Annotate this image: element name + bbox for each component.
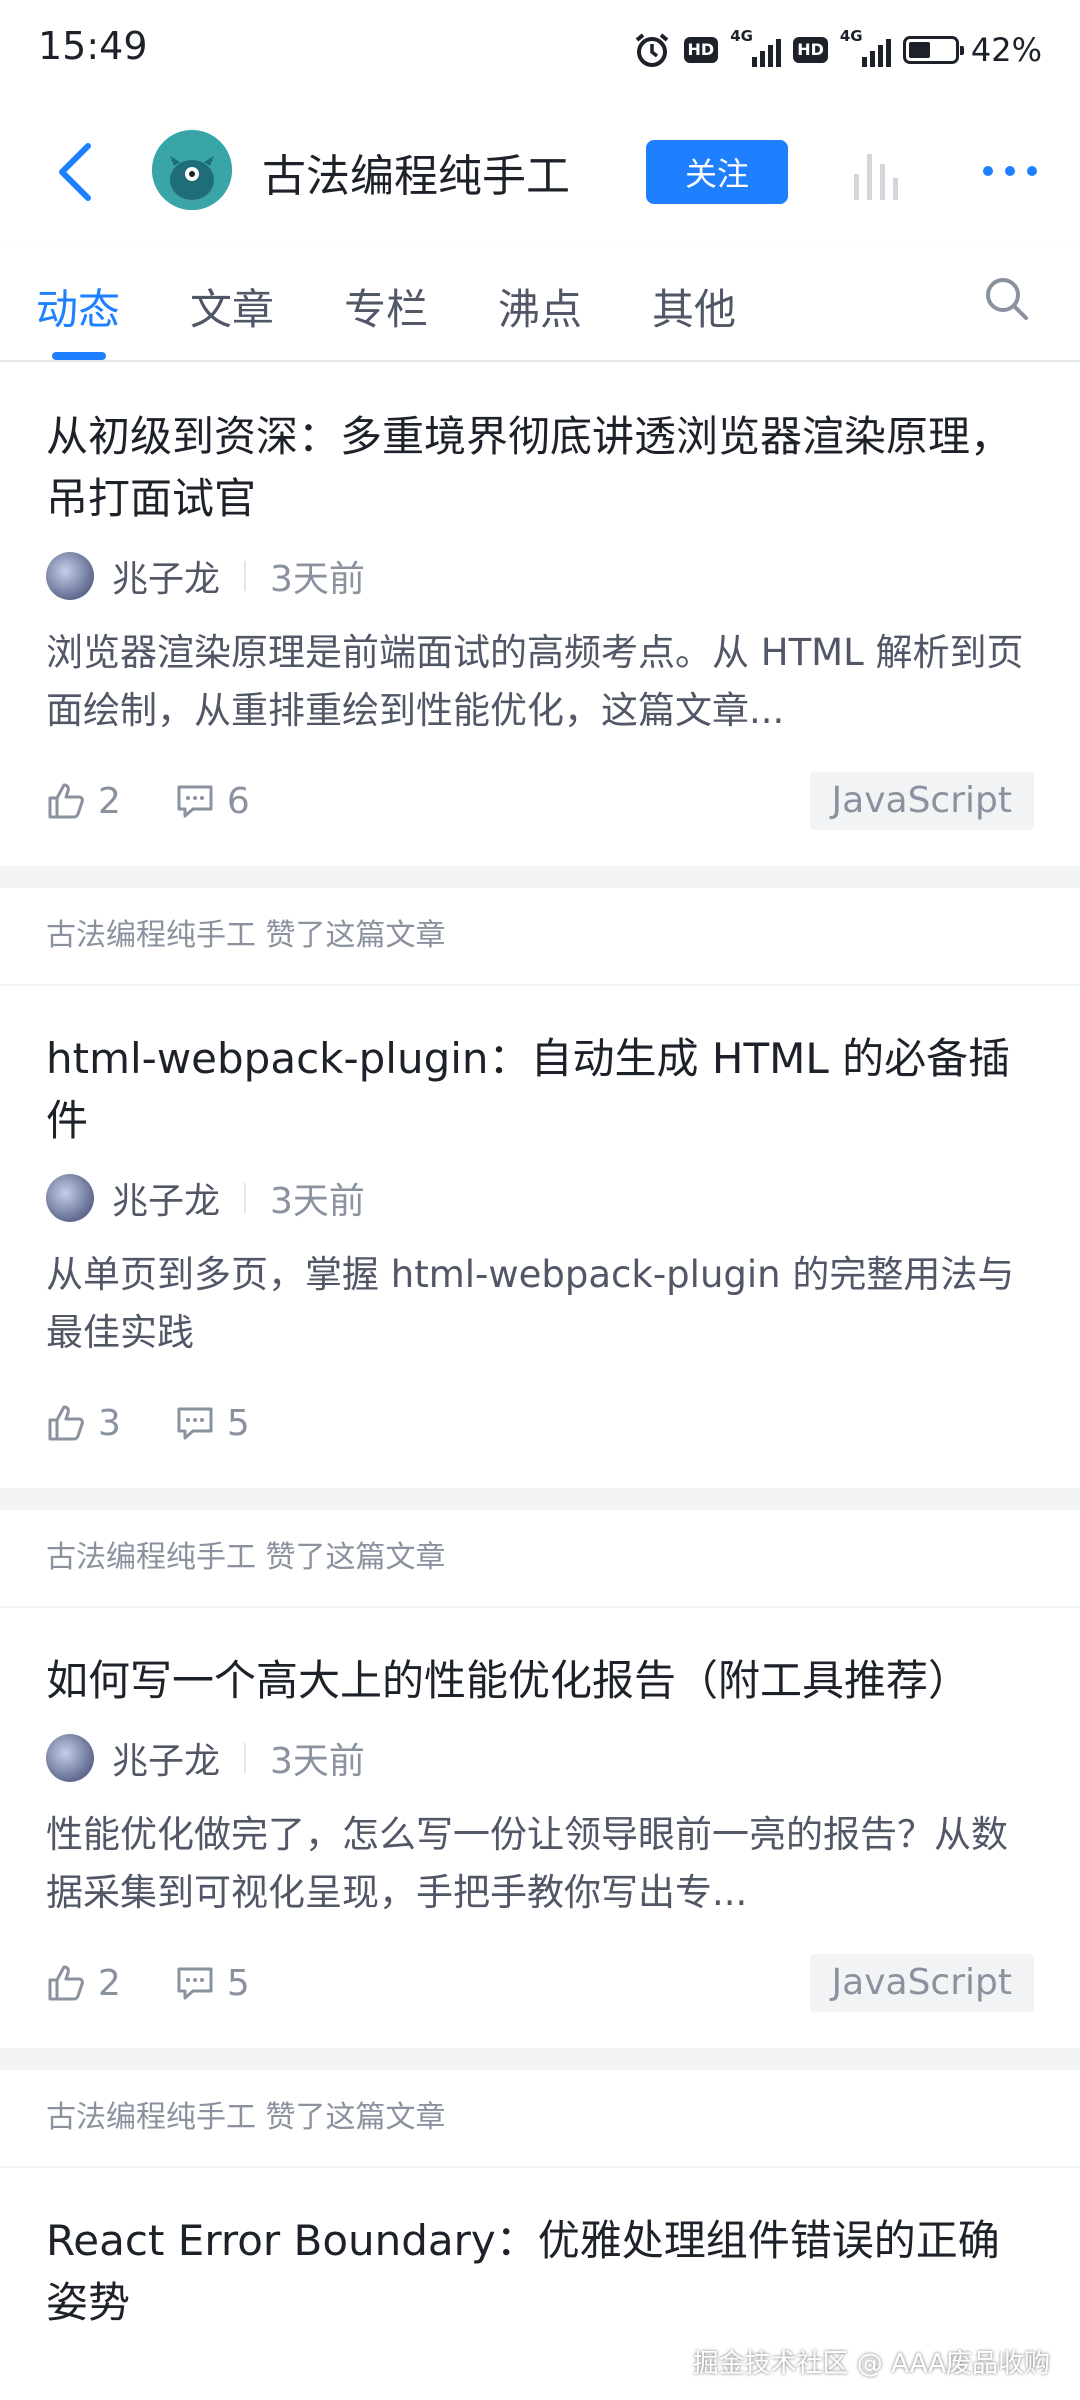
meta-divider	[244, 1743, 247, 1773]
article-card[interactable]: html-webpack-plugin：自动生成 HTML 的必备插件 兆子龙 …	[0, 986, 1080, 1468]
publish-time: 3天前	[270, 559, 365, 600]
tab-columns[interactable]: 专栏	[344, 276, 428, 337]
publish-time: 3天前	[270, 1741, 365, 1782]
comment-count: 5	[226, 1962, 250, 2004]
article-brief[interactable]: 浏览器渲染原理是前端面试的高频考点。从 HTML 解析到页面绘制，从重排重绘到性…	[46, 624, 1034, 740]
thumbs-up-icon	[48, 1405, 84, 1441]
profile-name: 古法编程纯手工	[262, 151, 570, 202]
like-count: 2	[98, 780, 121, 822]
profile-avatar[interactable]	[152, 130, 232, 210]
search-icon[interactable]	[982, 274, 1032, 324]
liked-notice: 古法编程纯手工 赞了这篇文章	[0, 888, 1080, 986]
comment-button[interactable]: 6	[175, 781, 250, 822]
author-name[interactable]: 兆子龙	[112, 1172, 220, 1224]
article-card[interactable]: 如何写一个高大上的性能优化报告（附工具推荐） 兆子龙 3天前 性能优化做完了，怎…	[0, 1608, 1080, 2028]
article-brief[interactable]: 性能优化做完了，怎么写一份让领导眼前一亮的报告？从数据采集到可视化呈现，手把手教…	[46, 1806, 1034, 1922]
tab-other[interactable]: 其他	[652, 276, 736, 337]
author-name[interactable]: 兆子龙	[112, 550, 220, 602]
status-icons: HD 4G HD 4G 42%	[632, 26, 1042, 74]
article-brief[interactable]: 从单页到多页，掌握 html-webpack-plugin 的完整用法与最佳实践	[46, 1246, 1034, 1362]
meta-divider	[244, 1183, 247, 1213]
comment-count: 5	[226, 1402, 250, 1444]
article-card[interactable]: 从初级到资深：多重境界彻底讲透浏览器渲染原理，吊打面试官 兆子龙 3天前 浏览器…	[0, 362, 1080, 846]
tab-articles[interactable]: 文章	[190, 276, 274, 337]
author-avatar[interactable]	[46, 1174, 94, 1222]
author-name[interactable]: 兆子龙	[112, 1732, 220, 1784]
comment-button[interactable]: 5	[175, 1403, 250, 1444]
article-actions: 3 5	[46, 1378, 1034, 1468]
status-time: 15:49	[38, 24, 148, 68]
article-title[interactable]: html-webpack-plugin：自动生成 HTML 的必备插件	[46, 1028, 1034, 1152]
alarm-icon	[635, 33, 668, 67]
article-title[interactable]: React Error Boundary：优雅处理组件错误的正确姿势	[46, 2210, 1034, 2334]
tab-activity[interactable]: 动态	[36, 276, 120, 337]
article-meta: 兆子龙 3天前	[46, 1730, 1034, 1786]
author-avatar[interactable]	[46, 1734, 94, 1782]
feed-item: 古法编程纯手工 赞了这篇文章 React Error Boundary：优雅处理…	[0, 2070, 1080, 2334]
article-title[interactable]: 从初级到资深：多重境界彻底讲透浏览器渲染原理，吊打面试官	[46, 406, 1034, 530]
battery-icon	[902, 36, 964, 64]
like-button[interactable]: 3	[46, 1403, 121, 1444]
watermark: 掘金技术社区 @ AAA废品收购	[692, 2349, 1050, 2379]
article-card[interactable]: React Error Boundary：优雅处理组件错误的正确姿势	[0, 2168, 1080, 2334]
signal-icon: 4G	[730, 27, 782, 67]
back-arrow-icon[interactable]	[50, 140, 102, 204]
comment-count: 6	[226, 780, 250, 822]
comment-icon	[177, 785, 213, 818]
like-count: 2	[98, 1962, 121, 2004]
author-avatar[interactable]	[46, 552, 94, 600]
feed-separator	[0, 2048, 1080, 2070]
feed-separator	[0, 1488, 1080, 1510]
article-meta: 兆子龙 3天前	[46, 548, 1034, 604]
tab-pins[interactable]: 沸点	[498, 276, 582, 337]
status-bar: 15:49 HD 4G HD 4G 42%	[0, 0, 1080, 96]
feed-item: 从初级到资深：多重境界彻底讲透浏览器渲染原理，吊打面试官 兆子龙 3天前 浏览器…	[0, 362, 1080, 866]
feed-item: 古法编程纯手工 赞了这篇文章 html-webpack-plugin：自动生成 …	[0, 888, 1080, 1488]
comment-button[interactable]: 5	[175, 1963, 250, 2004]
hd-icon-2: HD	[793, 37, 828, 63]
meta-divider	[244, 561, 247, 591]
publish-time: 3天前	[270, 1181, 365, 1222]
profile-tabs: 动态 文章 专栏 沸点 其他	[0, 248, 1080, 362]
feed-item: 古法编程纯手工 赞了这篇文章 如何写一个高大上的性能优化报告（附工具推荐） 兆子…	[0, 1510, 1080, 2048]
activity-feed: 从初级到资深：多重境界彻底讲透浏览器渲染原理，吊打面试官 兆子龙 3天前 浏览器…	[0, 362, 1080, 2334]
follow-button[interactable]: 关注	[646, 140, 788, 204]
article-tag[interactable]: JavaScript	[809, 772, 1034, 830]
comment-icon	[177, 1967, 213, 2000]
battery-percent: 42%	[970, 31, 1042, 69]
like-button[interactable]: 2	[46, 1963, 121, 2004]
article-actions: 2 5 JavaScript	[46, 1938, 1034, 2028]
article-actions: 2 6 JavaScript	[46, 756, 1034, 846]
feed-separator	[0, 866, 1080, 888]
hd-icon: HD	[683, 37, 719, 63]
article-meta: 兆子龙 3天前	[46, 1170, 1034, 1226]
thumbs-up-icon	[48, 783, 84, 819]
bar-chart-icon[interactable]	[850, 140, 910, 204]
liked-notice: 古法编程纯手工 赞了这篇文章	[0, 2070, 1080, 2168]
like-count: 3	[98, 1402, 121, 1444]
active-tab-indicator	[52, 352, 106, 360]
article-title[interactable]: 如何写一个高大上的性能优化报告（附工具推荐）	[46, 1650, 1034, 1712]
liked-notice: 古法编程纯手工 赞了这篇文章	[0, 1510, 1080, 1608]
like-button[interactable]: 2	[46, 781, 121, 822]
more-options-icon[interactable]	[980, 156, 1040, 186]
thumbs-up-icon	[48, 1965, 84, 2001]
article-tag[interactable]: JavaScript	[809, 1954, 1034, 2012]
signal-icon-2: 4G	[840, 27, 891, 67]
comment-icon	[177, 1407, 213, 1440]
profile-header: 古法编程纯手工 关注	[0, 96, 1080, 248]
